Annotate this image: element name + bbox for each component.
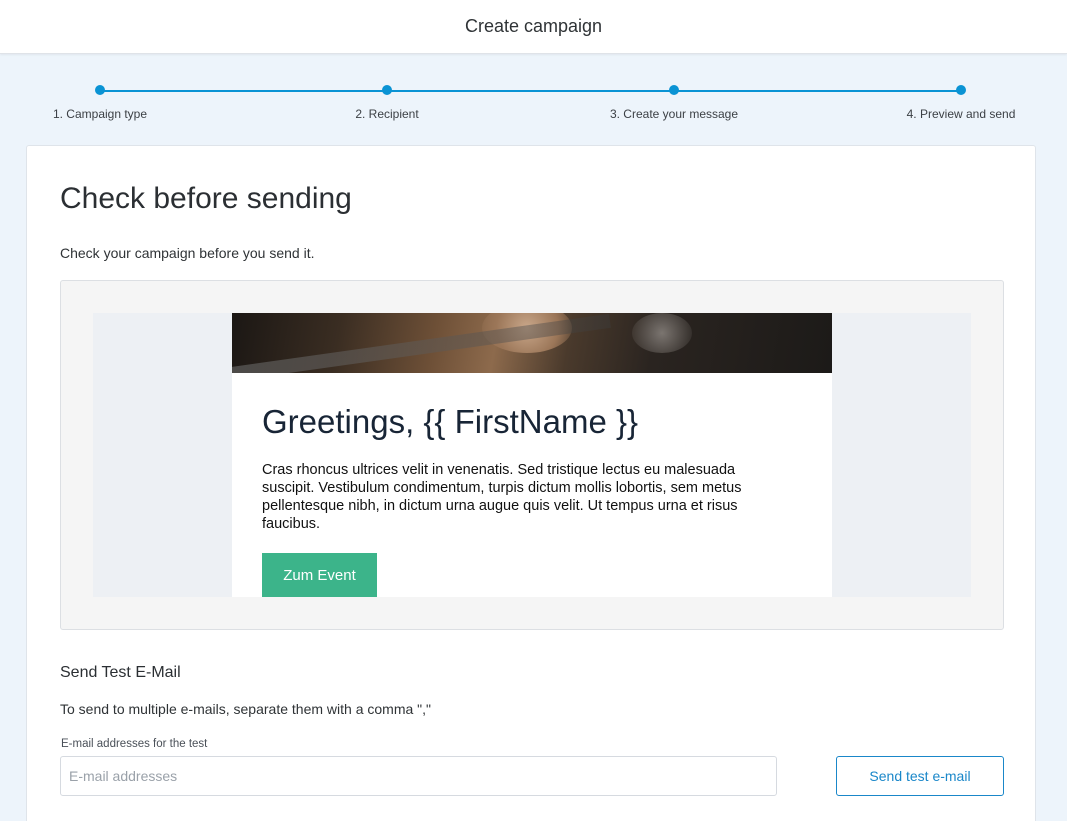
- test-email-field-label: E-mail addresses for the test: [61, 738, 208, 750]
- email-preview-canvas[interactable]: Greetings, {{ FirstName }} Cras rhoncus …: [93, 313, 971, 597]
- email-body: Greetings, {{ FirstName }} Cras rhoncus …: [232, 313, 832, 597]
- step-label-campaign-type[interactable]: 1. Campaign type: [53, 107, 147, 121]
- review-card: Check before sending Check your campaign…: [26, 145, 1036, 821]
- email-hero-image: [232, 313, 832, 373]
- step-label-preview-send[interactable]: 4. Preview and send: [907, 107, 1016, 121]
- test-email-title: Send Test E-Mail: [60, 664, 181, 681]
- email-body-text: Cras rhoncus ultrices velit in venenatis…: [262, 462, 742, 532]
- step-connector: [100, 90, 387, 92]
- step-label-create-message[interactable]: 3. Create your message: [610, 107, 738, 121]
- step-dot-campaign-type[interactable]: [95, 85, 105, 95]
- test-email-input[interactable]: [60, 756, 777, 796]
- step-dot-preview-send[interactable]: [956, 85, 966, 95]
- step-connector: [674, 90, 961, 92]
- send-test-email-button[interactable]: Send test e-mail: [836, 756, 1004, 796]
- email-cta-button[interactable]: Zum Event: [262, 553, 377, 597]
- email-preview-frame: Greetings, {{ FirstName }} Cras rhoncus …: [60, 280, 1004, 630]
- email-greeting: Greetings, {{ FirstName }}: [262, 403, 639, 440]
- section-title: Check before sending: [60, 182, 352, 215]
- step-label-recipient[interactable]: 2. Recipient: [355, 107, 418, 121]
- step-dot-recipient[interactable]: [382, 85, 392, 95]
- step-connector: [387, 90, 674, 92]
- step-dot-create-message[interactable]: [669, 85, 679, 95]
- section-subtitle: Check your campaign before you send it.: [60, 245, 315, 261]
- top-bar: Create campaign: [0, 0, 1067, 54]
- campaign-stepper: 1. Campaign type 2. Recipient 3. Create …: [0, 80, 1067, 130]
- test-email-hint: To send to multiple e-mails, separate th…: [60, 701, 431, 717]
- page-title: Create campaign: [464, 16, 603, 36]
